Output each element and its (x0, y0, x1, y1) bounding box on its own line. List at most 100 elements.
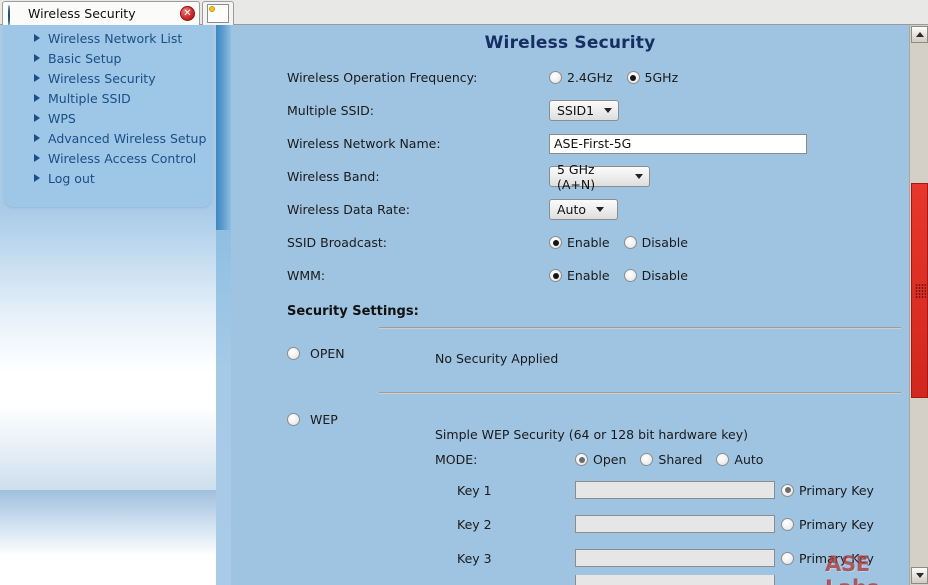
sidebar-item-wireless-security[interactable]: Wireless Security (34, 68, 212, 88)
label-ssid-broadcast: SSID Broadcast: (287, 235, 387, 250)
primary-key-2-wrap: Primary Key (781, 517, 874, 532)
chevron-right-icon (34, 134, 40, 142)
scrollbar-thumb[interactable] (911, 183, 928, 398)
sidebar-item-label: Log out (48, 170, 95, 186)
tab-wireless-security[interactable]: Wireless Security ✕ (2, 1, 200, 26)
sidebar-item-wireless-access-control[interactable]: Wireless Access Control (34, 148, 212, 168)
label-wmm-enable: Enable (567, 268, 610, 283)
sidebar-item-multiple-ssid[interactable]: Multiple SSID (34, 88, 212, 108)
close-icon[interactable]: ✕ (180, 6, 195, 21)
label-wmm: WMM: (287, 268, 326, 283)
label-multiple-ssid: Multiple SSID: (287, 103, 375, 118)
sidebar-item-basic-setup[interactable]: Basic Setup (34, 48, 212, 68)
radio-wmm-enable[interactable] (549, 269, 562, 282)
row-wmm: WMM: Enable Disable (231, 259, 909, 292)
label-primary-key-3: Primary Key (799, 550, 874, 566)
chevron-right-icon (34, 34, 40, 42)
label-wmm-disable: Disable (641, 268, 688, 283)
radio-wep-mode-open[interactable] (575, 453, 588, 466)
label-frequency-5ghz: 5GHz (644, 70, 679, 85)
chevron-right-icon (34, 154, 40, 162)
input-wireless-network-name[interactable] (549, 133, 807, 154)
desc-security-wep: Simple WEP Security (64 or 128 bit hardw… (435, 427, 748, 442)
chevron-right-icon (34, 174, 40, 182)
label-primary-key-1: Primary Key (799, 482, 874, 498)
label-wep-mode: MODE: (435, 452, 478, 467)
row-wireless-band: Wireless Band: 5 GHz (A+N) (231, 160, 909, 193)
navigation-list: Wireless Network List Basic Setup Wirele… (4, 25, 212, 188)
sidebar-item-label: Wireless Access Control (48, 150, 197, 166)
label-key-2: Key 2 (457, 516, 492, 532)
label-wireless-band: Wireless Band: (287, 169, 380, 184)
radio-primary-key-3[interactable] (781, 551, 794, 565)
radio-frequency-5ghz[interactable] (626, 71, 640, 84)
sidebar-item-wps[interactable]: WPS (34, 108, 212, 128)
label-wireless-data-rate: Wireless Data Rate: (287, 202, 410, 217)
sidebar-item-label: Multiple SSID (48, 90, 131, 106)
select-wireless-data-rate-value: Auto (557, 202, 587, 217)
chevron-down-icon (596, 207, 605, 212)
input-key-1[interactable] (575, 481, 775, 499)
radio-security-wep[interactable] (287, 413, 300, 426)
radio-wep-mode-auto[interactable] (716, 453, 730, 466)
label-wep-mode-auto: Auto (734, 452, 764, 467)
radio-primary-key-2[interactable] (781, 517, 794, 531)
label-ssid-broadcast-disable: Disable (641, 235, 688, 250)
sidebar-item-log-out[interactable]: Log out (34, 168, 212, 188)
sidebar-item-advanced-wireless-setup[interactable]: Advanced Wireless Setup (34, 128, 212, 148)
radio-frequency-24ghz[interactable] (549, 71, 562, 84)
radio-security-open[interactable] (287, 347, 300, 360)
row-wep-mode: MODE: Open Shared Auto (287, 452, 909, 467)
security-option-open: OPEN No Security Applied (231, 327, 909, 366)
select-wireless-band[interactable]: 5 GHz (A+N) (549, 162, 650, 192)
globe-icon (7, 4, 23, 26)
label-key-1: Key 1 (457, 482, 492, 498)
radio-wmm-disable[interactable] (623, 269, 637, 282)
sidebar-item-label: Wireless Network List (48, 30, 183, 46)
label-ssid-broadcast-enable: Enable (567, 235, 610, 250)
label-primary-key-2: Primary Key (799, 516, 874, 532)
radio-wep-mode-shared[interactable] (640, 453, 654, 466)
select-multiple-ssid-value: SSID1 (557, 103, 595, 118)
wep-radio-row: WEP (287, 412, 338, 427)
browser-window: Wireless Security ✕ Wireless Network Lis… (0, 0, 928, 585)
sidebar-item-wireless-network-list[interactable]: Wireless Network List (34, 28, 212, 48)
sidebar-item-label: Advanced Wireless Setup (48, 130, 207, 146)
tab-title: Wireless Security (28, 6, 136, 21)
radio-primary-key-1[interactable] (781, 483, 794, 497)
sidebar-region: Wireless Network List Basic Setup Wirele… (0, 25, 216, 585)
scrollbar-grip (915, 283, 926, 298)
open-radio-row: OPEN (287, 346, 345, 361)
tab-blank[interactable] (202, 1, 234, 25)
label-key-3: Key 3 (457, 550, 492, 566)
sidebar-item-label: Basic Setup (48, 50, 122, 66)
input-key-2[interactable] (575, 515, 775, 533)
radio-ssid-broadcast-disable[interactable] (623, 236, 637, 249)
vertical-scrollbar[interactable] (909, 25, 928, 585)
row-wireless-operation-frequency: Wireless Operation Frequency: 2.4GHz 5GH… (231, 61, 909, 94)
row-ssid-broadcast: SSID Broadcast: Enable Disable (231, 226, 909, 259)
scroll-down-icon[interactable] (911, 567, 928, 584)
row-multiple-ssid: Multiple SSID: SSID1 (231, 94, 909, 127)
primary-key-1-wrap: Primary Key (781, 483, 874, 498)
label-wireless-operation-frequency: Wireless Operation Frequency: (287, 70, 478, 85)
security-option-wep: WEP Simple WEP Security (64 or 128 bit h… (231, 392, 909, 585)
select-multiple-ssid[interactable]: SSID1 (549, 100, 619, 121)
label-wep-mode-shared: Shared (658, 452, 703, 467)
radio-ssid-broadcast-enable[interactable] (549, 236, 562, 249)
label-wireless-network-name: Wireless Network Name: (287, 136, 441, 151)
sidebar-item-label: WPS (48, 110, 76, 126)
input-key-3[interactable] (575, 549, 775, 567)
select-wireless-band-value: 5 GHz (A+N) (557, 161, 596, 192)
chevron-right-icon (34, 54, 40, 62)
chevron-down-icon (604, 108, 613, 113)
label-security-open: OPEN (310, 346, 345, 361)
select-wireless-data-rate[interactable]: Auto (549, 199, 618, 220)
browser-tabstrip: Wireless Security ✕ (0, 0, 928, 26)
input-key-4[interactable] (575, 575, 775, 585)
primary-key-3-wrap: Primary Key (781, 551, 874, 566)
sidebar-item-label: Wireless Security (48, 70, 156, 86)
scroll-up-icon[interactable] (911, 26, 928, 43)
chevron-right-icon (34, 94, 40, 102)
row-key-4-partial (287, 575, 909, 585)
